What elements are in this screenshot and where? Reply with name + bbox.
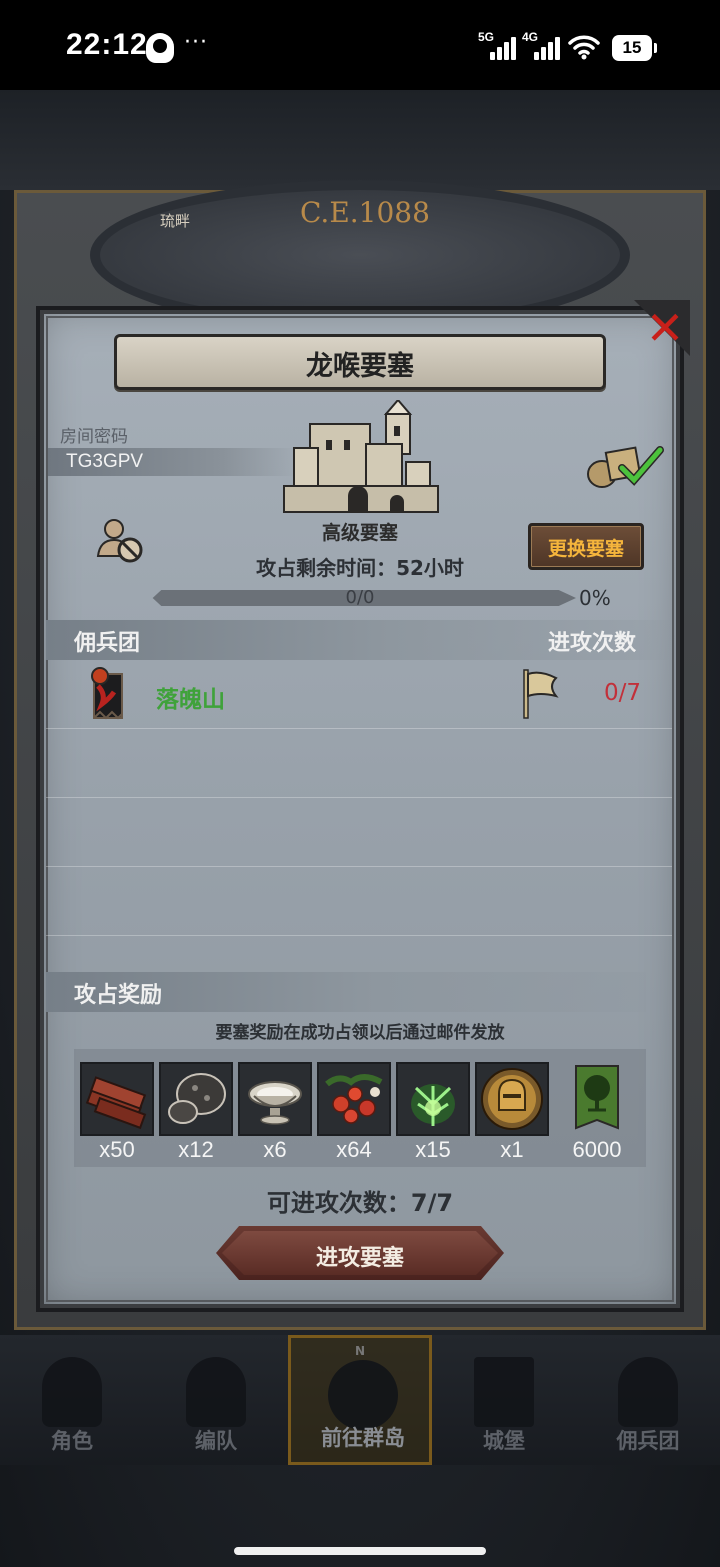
status-bar: 22:12 ··· 5G 4G 15 [0, 0, 720, 90]
reward-quantity: x64 [336, 1137, 372, 1162]
wood-planks-icon [85, 1076, 147, 1130]
row-divider [46, 866, 672, 867]
home-indicator[interactable] [234, 1547, 486, 1555]
green-herb-icon [411, 1084, 455, 1126]
ore-rock-icon [168, 1073, 226, 1124]
era-label: C.E.1088 [300, 196, 430, 229]
signal-4g-icon: 4G [522, 30, 562, 60]
fortress-level-label: 高级要塞 [321, 522, 398, 544]
room-password-label: 房间密码 [60, 427, 128, 447]
nav-label: 佣兵团 [616, 1429, 680, 1453]
capture-progress-text: 0/0 [345, 587, 375, 608]
reward-item[interactable] [396, 1062, 470, 1136]
nav-label: 前往群岛 [321, 1426, 405, 1450]
attempts-left: 可进攻次数：7/7 [266, 1189, 454, 1217]
guild-attack-count: 0/7 [604, 680, 642, 706]
reward-quantity: x50 [99, 1137, 135, 1162]
guild-section-title: 佣兵团 [74, 631, 141, 656]
nav-label: 编队 [195, 1429, 237, 1453]
more-notifications-icon: ··· [184, 30, 208, 55]
capture-progress-percent: 0% [579, 586, 611, 610]
nav-formation[interactable]: 编队 [144, 1335, 288, 1465]
reward-item[interactable] [238, 1062, 312, 1136]
reward-note: 要塞奖励在成功占领以后通过邮件发放 [215, 1023, 505, 1043]
wifi-icon [568, 35, 600, 60]
reward-item[interactable] [80, 1062, 154, 1136]
knight-helmet-coin-icon [481, 1068, 543, 1130]
attack-count-header: 进攻次数 [548, 631, 637, 656]
guild-tree-banner-icon[interactable] [574, 1064, 620, 1134]
nav-label: 角色 [51, 1429, 93, 1453]
row-divider [46, 935, 672, 936]
dialog-title: 龙喉要塞 [306, 351, 414, 382]
reward-quantity: x12 [178, 1137, 214, 1162]
compass-north-marker: N [355, 1344, 366, 1358]
reward-item[interactable] [475, 1062, 549, 1136]
knight-icon [42, 1357, 102, 1427]
guild-banner-icon [618, 1357, 678, 1427]
user-blocked-icon[interactable] [96, 516, 144, 564]
reward-item[interactable] [159, 1062, 233, 1136]
reward-quantity: 6000 [572, 1137, 622, 1162]
nav-mercenary-guild[interactable]: 佣兵团 [576, 1335, 720, 1465]
clock: 22:12 [66, 28, 148, 61]
reward-quantity: x1 [500, 1137, 524, 1162]
attack-fortress-label[interactable]: 进攻要塞 [216, 1240, 504, 1272]
qq-notification-icon [146, 33, 174, 63]
capture-time-left: 攻占剩余时间：52小时 [256, 556, 464, 580]
battery-icon: 15 [612, 35, 657, 61]
helmet-icon [186, 1357, 246, 1427]
map-sign: 琉畔 [160, 212, 191, 230]
nav-character[interactable]: 角色 [0, 1335, 144, 1465]
red-berries-icon [325, 1074, 383, 1124]
guild-name[interactable]: 落魄山 [156, 680, 225, 714]
reward-item[interactable] [317, 1062, 391, 1136]
compass-icon [328, 1360, 398, 1430]
reward-quantity: x6 [263, 1137, 287, 1162]
loot-bag-check-icon[interactable] [584, 440, 664, 490]
row-divider [46, 728, 672, 729]
silver-bowl-icon [248, 1081, 302, 1125]
attack-flag-icon [523, 669, 559, 719]
fortress-castle-icon [283, 400, 439, 513]
castle-tower-icon [474, 1357, 534, 1427]
nav-castle[interactable]: 城堡 [432, 1335, 576, 1465]
room-password-value[interactable]: TG3GPV [66, 451, 143, 473]
change-fortress-label[interactable]: 更换要塞 [528, 534, 644, 561]
row-divider [46, 797, 672, 798]
guild-banner-icon [91, 667, 123, 720]
reward-quantity: x15 [415, 1137, 451, 1162]
close-icon[interactable]: ✕ [644, 305, 686, 351]
nav-label: 城堡 [483, 1429, 525, 1453]
signal-5g-icon: 5G [478, 30, 518, 60]
reward-section-title: 攻占奖励 [74, 983, 163, 1008]
top-band [0, 90, 720, 190]
